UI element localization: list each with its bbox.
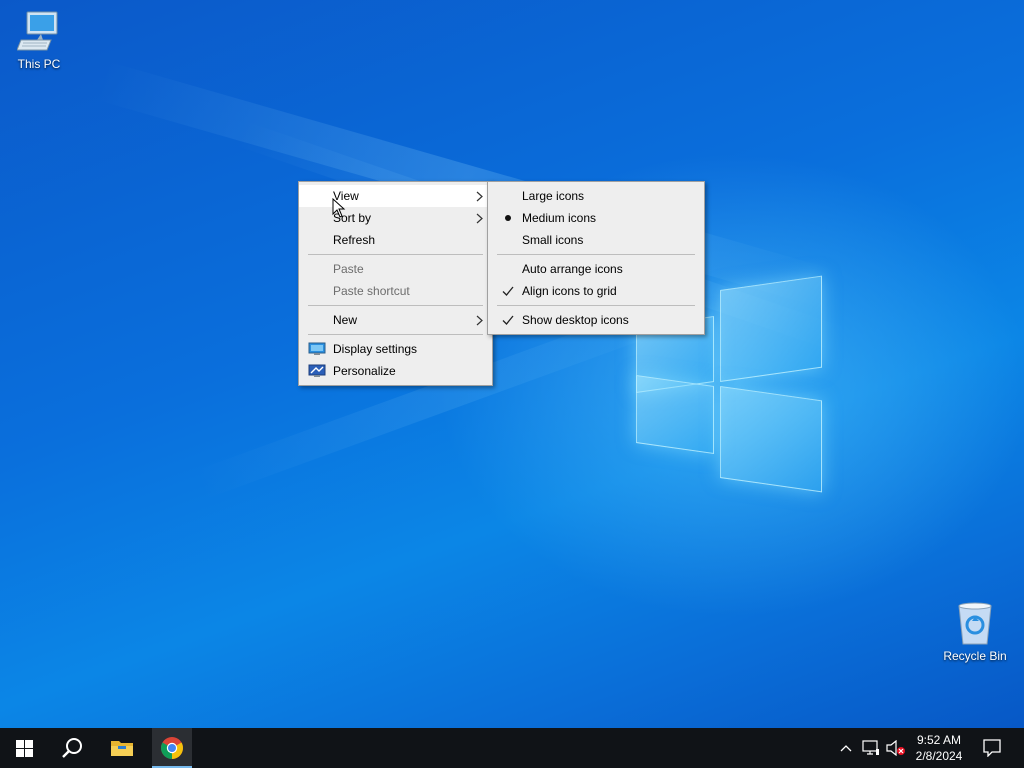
desktop-icon-this-pc[interactable]: This PC (2, 10, 76, 71)
clock-date: 2/8/2024 (915, 749, 963, 763)
file-explorer-button[interactable] (98, 728, 146, 768)
search-button[interactable] (48, 728, 96, 768)
network-button[interactable] (860, 728, 882, 768)
chevron-right-icon (476, 309, 483, 326)
menu-separator (497, 254, 695, 255)
network-icon (862, 740, 879, 755)
action-center-button[interactable] (972, 728, 1012, 768)
menu-separator (308, 254, 483, 255)
chrome-icon (161, 737, 183, 759)
menu-item-new[interactable]: New (299, 309, 492, 331)
menu-item-show-desktop-icons[interactable]: Show desktop icons (488, 309, 704, 331)
menu-item-view[interactable]: View (299, 185, 492, 207)
mouse-cursor-icon (332, 198, 346, 218)
windows-start-icon (15, 739, 33, 757)
desktop-icon-recycle-bin[interactable]: Recycle Bin (938, 602, 1012, 663)
menu-item-label: Small icons (522, 233, 584, 247)
menu-item-label: Align icons to grid (522, 284, 617, 298)
menu-item-display-settings[interactable]: Display settings (299, 338, 492, 360)
personalize-icon (308, 364, 326, 377)
logo-pane (720, 386, 822, 493)
notification-icon (983, 739, 1001, 757)
menu-item-medium-icons[interactable]: Medium icons (488, 207, 704, 229)
menu-item-align-icons-to-grid[interactable]: Align icons to grid (488, 280, 704, 302)
menu-item-paste-shortcut: Paste shortcut (299, 280, 492, 302)
checkmark-icon (500, 309, 516, 338)
menu-item-label: Paste shortcut (333, 284, 410, 298)
menu-separator (497, 305, 695, 306)
volume-muted-icon (886, 740, 905, 756)
logo-pane (636, 375, 714, 454)
menu-item-label: Display settings (333, 342, 418, 356)
computer-icon (17, 11, 58, 51)
folder-icon (111, 741, 133, 756)
menu-item-sort-by[interactable]: Sort by (299, 207, 492, 229)
display-settings-icon (308, 342, 326, 355)
desktop-icon-label: Recycle Bin (943, 649, 1007, 663)
taskbar: 9:52 AM 2/8/2024 (0, 728, 1024, 768)
chevron-up-icon (840, 745, 852, 752)
menu-item-label: Medium icons (522, 211, 597, 225)
menu-item-label: Refresh (333, 233, 376, 247)
menu-item-label: Show desktop icons (522, 313, 629, 327)
menu-item-label: Large icons (522, 189, 585, 203)
chevron-right-icon (476, 207, 483, 224)
volume-button[interactable] (884, 728, 908, 768)
desktop-context-menu: View Sort by Refresh Paste Paste shortcu… (298, 181, 493, 386)
checkmark-icon (500, 280, 516, 309)
desktop-icon-label: This PC (17, 57, 61, 71)
menu-item-large-icons[interactable]: Large icons (488, 185, 704, 207)
chevron-right-icon (476, 185, 483, 202)
menu-item-paste: Paste (299, 258, 492, 280)
clock-time: 9:52 AM (916, 733, 962, 747)
menu-item-label: Personalize (333, 364, 396, 378)
recycle-bin-icon (958, 602, 992, 645)
menu-separator (308, 334, 483, 335)
menu-item-label: Paste (333, 262, 364, 276)
start-button[interactable] (0, 728, 48, 768)
menu-item-label: Auto arrange icons (522, 262, 623, 276)
menu-item-auto-arrange-icons[interactable]: Auto arrange icons (488, 258, 704, 280)
menu-item-small-icons[interactable]: Small icons (488, 229, 704, 251)
search-icon (62, 738, 82, 758)
menu-separator (308, 305, 483, 306)
chrome-taskbar-button[interactable] (152, 728, 192, 768)
menu-item-label: New (333, 313, 358, 327)
show-hidden-icons-button[interactable] (836, 728, 856, 768)
menu-item-refresh[interactable]: Refresh (299, 229, 492, 251)
menu-item-personalize[interactable]: Personalize (299, 360, 492, 382)
view-submenu: Large icons Medium icons Small icons Aut… (487, 181, 705, 335)
clock[interactable]: 9:52 AM 2/8/2024 (910, 728, 968, 768)
logo-pane (720, 275, 822, 382)
